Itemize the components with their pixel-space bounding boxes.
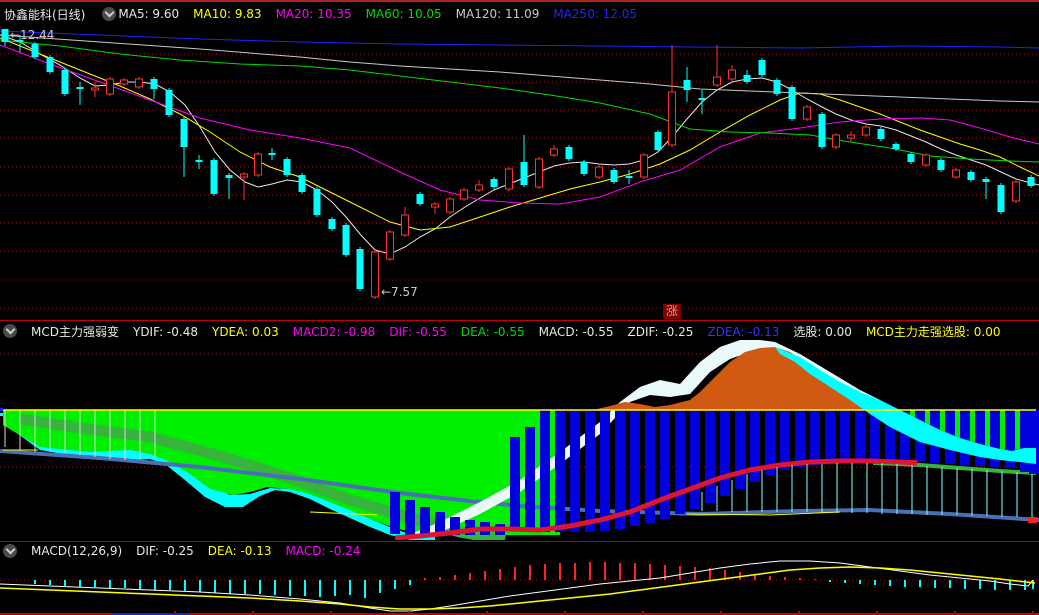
candlestick-chart[interactable]: ←12.44 ←7.57 (0, 24, 1039, 320)
kline-header: 协鑫能科(日线) MA5: 9.60 MA10: 9.83 MA20: 10.35 M… (0, 4, 1039, 24)
indicator-value: MA60: 10.05 (365, 7, 442, 21)
indicator-value: MCD主力走强选股: 0.00 (865, 324, 1001, 339)
indicator-value: YDEA: 0.03 (211, 324, 279, 339)
indicator-value: ZDEA: -0.13 (707, 324, 780, 339)
indicator-value: MA120: 11.09 (455, 7, 540, 21)
macd-values: DIF: -0.25 DEA: -0.13 MACD: -0.24 (136, 544, 374, 558)
strength-indicator-chart[interactable] (0, 340, 1039, 540)
macd-name: MACD(12,26,9) (31, 543, 123, 558)
panel-separator (0, 541, 1039, 542)
panel-separator (0, 320, 1039, 321)
svg-text:←7.57: ←7.57 (381, 285, 418, 299)
indicator-value: MA5: 9.60 (118, 7, 180, 21)
indicator-value: MA10: 9.83 (193, 7, 262, 21)
macd-chart[interactable] (0, 558, 1039, 615)
chevron-down-icon[interactable] (3, 324, 17, 338)
indicator-header: MCD主力强弱变 YDIF: -0.48 YDEA: 0.03 MACD2: -0.… (0, 322, 1039, 340)
stock-title: 协鑫能科(日线) (4, 7, 86, 22)
indicator-name: MCD主力强弱变 (31, 324, 119, 339)
indicator-value: ZDIF: -0.25 (627, 324, 694, 339)
rise-marker: 涨 (663, 304, 681, 319)
svg-text:←12.44: ←12.44 (10, 28, 54, 42)
indicator-value: MACD: -0.55 (538, 324, 614, 339)
indicator-value: DEA: -0.55 (460, 324, 525, 339)
indicator-value: MACD: -0.24 (285, 543, 361, 558)
indicator-value: YDIF: -0.48 (132, 324, 198, 339)
indicator-value: MA250: 12.05 (553, 7, 638, 21)
ma-values: MA5: 9.60 MA10: 9.83 MA20: 10.35 MA60: 10.0… (118, 7, 651, 21)
chevron-down-icon[interactable] (3, 543, 17, 558)
indicator-value: MACD2: -0.98 (292, 324, 376, 339)
indicator-value: DIF: -0.25 (136, 543, 194, 558)
indicator-values: YDIF: -0.48 YDEA: 0.03 MACD2: -0.98 DIF: -0… (133, 323, 1015, 340)
chevron-down-icon[interactable] (102, 7, 117, 21)
indicator-value: DEA: -0.13 (207, 543, 272, 558)
indicator-value: DIF: -0.55 (389, 324, 447, 339)
indicator-value: 选股: 0.00 (793, 324, 852, 339)
indicator-value: MA20: 10.35 (275, 7, 352, 21)
macd-header: MACD(12,26,9) DIF: -0.25 DEA: -0.13 MACD: … (0, 543, 1039, 558)
stock-chart-app: 协鑫能科(日线) MA5: 9.60 MA10: 9.83 MA20: 10.35 M… (0, 0, 1039, 615)
